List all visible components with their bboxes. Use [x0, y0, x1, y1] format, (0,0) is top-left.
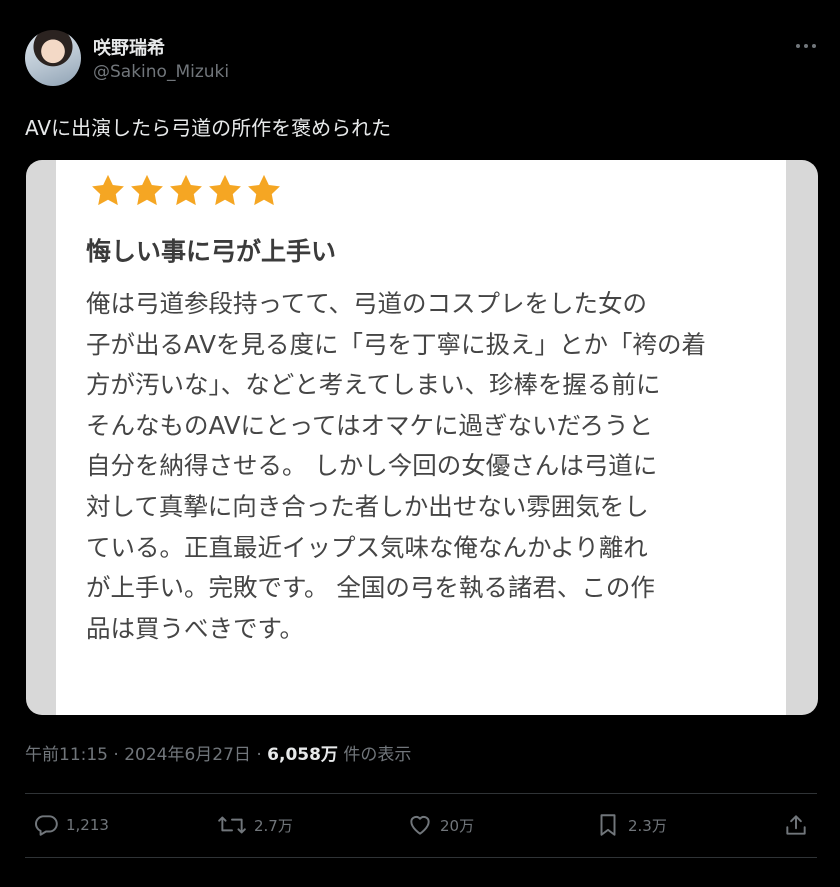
review-line: 品は買うべきです。 — [86, 613, 305, 643]
review-line: 方が汚いな」、などと考えてしまい、珍棒を握る前に — [86, 370, 661, 400]
tweet-header: 咲野瑞希 @Sakino_Mizuki — [25, 30, 820, 88]
more-options-icon[interactable] — [792, 36, 820, 56]
star-icon — [209, 174, 241, 206]
review-line: ている。正直最近イップス気味な俺なんかより離れ — [86, 532, 648, 562]
avatar[interactable] — [25, 30, 81, 86]
repost-icon — [217, 812, 247, 838]
review-line: 対して真摯に向き合った者しか出せない雰囲気をし — [86, 491, 649, 521]
review-card: 悔しい事に弓が上手い 俺は弓道参段持ってて、弓道のコスプレをした女の 子が出るA… — [56, 160, 786, 715]
star-icon — [92, 174, 124, 206]
review-line: そんなものAVにとってはオマケに過ぎないだろうと — [86, 410, 654, 440]
tweet-date[interactable]: 2024年6月27日 — [124, 745, 251, 765]
review-line: 子が出るAVを見る度に「弓を丁寧に扱え」とか「袴の着 — [86, 329, 706, 359]
repost-button[interactable]: 2.7万 — [217, 812, 293, 838]
reply-count: 1,213 — [66, 816, 109, 834]
reply-icon — [33, 812, 59, 838]
meta-separator: · — [256, 745, 262, 765]
divider — [25, 857, 817, 858]
author-display-name[interactable]: 咲野瑞希 — [93, 34, 165, 60]
meta-separator: · — [113, 745, 119, 765]
star-icon — [170, 174, 202, 206]
review-body: 俺は弓道参段持ってて、弓道のコスプレをした女の 子が出るAVを見る度に「弓を丁寧… — [86, 284, 776, 649]
bookmark-icon — [595, 812, 621, 838]
view-count-label: 件の表示 — [343, 745, 412, 765]
tweet-time[interactable]: 午前11:15 — [25, 745, 108, 765]
share-icon — [783, 812, 809, 838]
bookmark-button[interactable]: 2.3万 — [595, 812, 667, 838]
author-handle[interactable]: @Sakino_Mizuki — [93, 62, 229, 82]
heart-icon — [407, 812, 433, 838]
review-line: 自分を納得させる。 しかし今回の女優さんは弓道に — [86, 451, 658, 481]
action-bar: 1,213 2.7万 20万 2.3万 — [25, 800, 817, 850]
review-line: 俺は弓道参段持ってて、弓道のコスプレをした女の — [86, 289, 648, 318]
divider — [25, 793, 817, 794]
view-count: 6,058万 — [267, 745, 338, 765]
tweet-image[interactable]: 悔しい事に弓が上手い 俺は弓道参段持ってて、弓道のコスプレをした女の 子が出るA… — [26, 160, 818, 715]
share-button[interactable] — [783, 812, 809, 838]
review-line: が上手い。完敗です。 全国の弓を執る諸君、この作 — [86, 573, 655, 603]
tweet-meta: 午前11:15 · 2024年6月27日 · 6,058万 件の表示 — [25, 740, 411, 765]
repost-count: 2.7万 — [254, 816, 293, 835]
like-count: 20万 — [440, 816, 475, 835]
tweet-text: AVに出演したら弓道の所作を褒められた — [25, 116, 392, 140]
star-icon — [131, 174, 163, 206]
like-button[interactable]: 20万 — [407, 812, 474, 838]
star-icon — [248, 174, 280, 206]
bookmark-count: 2.3万 — [628, 816, 667, 835]
star-rating — [89, 172, 284, 212]
review-title: 悔しい事に弓が上手い — [86, 237, 337, 266]
reply-button[interactable]: 1,213 — [33, 812, 109, 838]
